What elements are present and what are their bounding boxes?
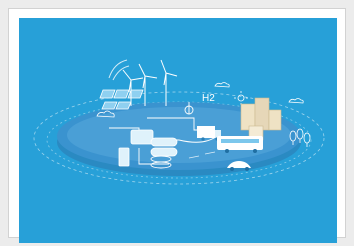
image-frame: H2 — [8, 8, 346, 243]
energy-island-illustration: H2 — [19, 18, 337, 243]
sun-icon — [234, 91, 248, 105]
hydrogen-label: H2 — [202, 93, 215, 104]
wind-turbine-icon — [108, 59, 178, 106]
energy-island-svg: H2 — [33, 59, 325, 185]
